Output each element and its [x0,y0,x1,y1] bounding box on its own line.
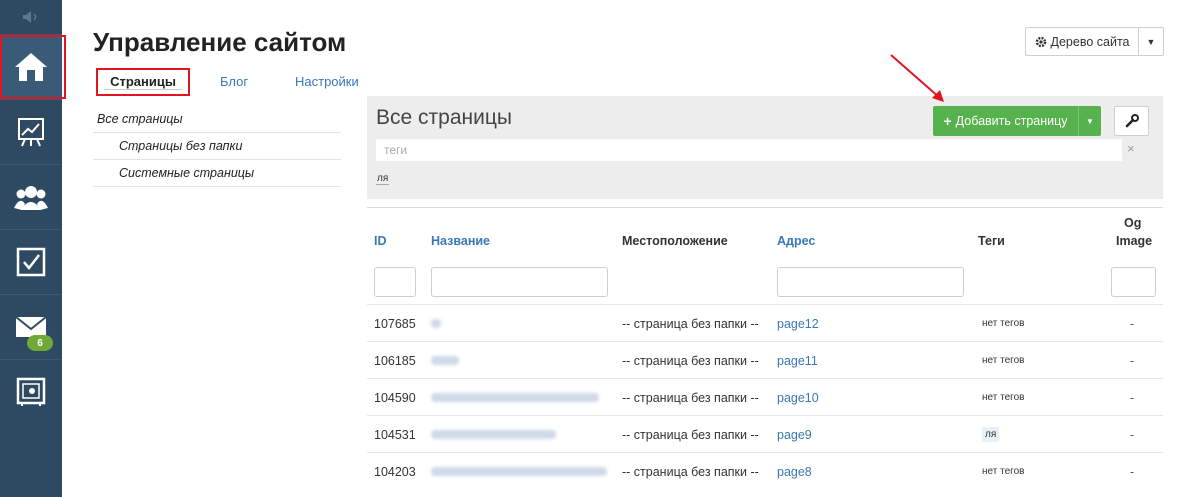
cell-og-image: - [1130,390,1135,405]
cell-address-link[interactable]: page8 [777,453,812,490]
plus-icon: + [943,113,952,129]
folder-no-folder[interactable]: Страницы без папки [93,133,341,160]
cell-name[interactable] [431,305,441,342]
cell-tags: нет тегов [982,466,1025,477]
add-page-main[interactable]: + Добавить страницу [933,106,1079,136]
sidebar-top [0,0,62,34]
cell-tags: нет тегов [982,318,1025,329]
blurred-name [431,393,599,402]
cell-name[interactable] [431,342,459,379]
cell-tags: нет тегов [982,355,1025,366]
blurred-name [431,430,556,439]
cell-name[interactable] [431,416,556,453]
sidebar-item-home[interactable] [0,34,66,99]
pages-table: ID Название Местоположение Адрес Теги Og… [367,207,1163,479]
cell-address-link[interactable]: page9 [777,416,812,453]
settings-wrench-button[interactable] [1114,106,1149,136]
sidebar-item-analytics[interactable] [0,99,62,164]
safe-icon [16,377,46,406]
mail-badge: 6 [27,335,53,351]
filter-og-image-input[interactable] [1111,267,1156,297]
sidebar-item-safe[interactable] [0,359,62,424]
sidebar-item-users[interactable] [0,164,62,229]
tab-pages-label: Страницы [104,74,182,90]
annotation-arrow-icon [890,54,944,102]
cell-location: -- страница без папки -- [622,353,759,368]
pages-panel: Все страницы + Добавить страницу ▼ теги … [367,96,1163,199]
tag-chip[interactable]: ля [982,427,1000,442]
add-page-label: Добавить страницу [955,114,1068,128]
tag-chip[interactable]: ля [376,173,390,185]
site-tree-main[interactable]: Дерево сайта [1026,28,1139,55]
blurred-name [431,356,459,365]
filter-id-input[interactable] [374,267,416,297]
table-body: 107685 -- страница без папки -- page12 н… [367,304,1163,489]
filter-address-input[interactable] [777,267,964,297]
column-header-address[interactable]: Адрес [777,234,815,248]
column-header-location: Местоположение [622,234,728,248]
table-row: 106185 -- страница без папки -- page11 н… [367,341,1163,378]
column-header-og-image-line2: Image [1116,234,1153,248]
folder-list: Все страницы Страницы без папки Системны… [93,106,341,187]
cell-location: -- страница без папки -- [622,316,759,331]
cell-og-image: - [1130,353,1135,368]
speaker-icon[interactable] [22,10,40,24]
cell-address-link[interactable]: page12 [777,305,819,342]
tab-pages[interactable]: Страницы [96,68,190,96]
panel-title: Все страницы [376,106,512,129]
cell-name[interactable] [431,453,607,490]
tab-blog[interactable]: Блог [220,74,248,89]
site-tree-button[interactable]: Дерево сайта ▼ [1025,27,1164,56]
cell-id: 107685 [374,316,416,331]
site-tree-label: Дерево сайта [1050,34,1130,49]
checkbox-icon [16,247,46,277]
home-icon [15,53,47,81]
folder-all-pages[interactable]: Все страницы [93,106,341,133]
folder-system-pages[interactable]: Системные страницы [93,160,341,187]
sidebar-item-mail[interactable]: 6 [0,294,62,359]
blurred-name [431,467,607,476]
cell-location: -- страница без папки -- [622,390,759,405]
cell-address-link[interactable]: page11 [777,342,818,379]
tags-input[interactable]: теги [376,139,1122,161]
chart-board-icon [18,118,44,147]
cell-og-image: - [1130,316,1135,331]
blurred-name [431,319,441,328]
chevron-down-icon[interactable]: ▼ [1139,28,1163,55]
table-row: 104531 -- страница без папки -- page9 ля… [367,415,1163,452]
cell-id: 104203 [374,464,416,479]
column-header-tags: Теги [978,234,1005,248]
cell-tags: нет тегов [982,392,1025,403]
page-title: Управление сайтом [93,27,347,57]
tab-settings[interactable]: Настройки [295,74,359,89]
table-row: 104590 -- страница без папки -- page10 н… [367,378,1163,415]
column-header-id[interactable]: ID [374,234,387,248]
filter-name-input[interactable] [431,267,608,297]
table-row: 104203 -- страница без папки -- page8 не… [367,452,1163,489]
chevron-down-icon[interactable]: ▼ [1079,106,1101,136]
gear-icon [1035,36,1046,47]
cell-location: -- страница без папки -- [622,464,759,479]
cell-id: 104590 [374,390,416,405]
cell-name[interactable] [431,379,599,416]
cell-og-image: - [1130,464,1135,479]
table-row: 107685 -- страница без папки -- page12 н… [367,304,1163,341]
cell-id: 106185 [374,353,416,368]
cell-location: -- страница без папки -- [622,427,759,442]
close-icon[interactable]: × [1127,141,1135,156]
cell-address-link[interactable]: page10 [777,379,819,416]
column-header-og-image-line1: Og [1124,216,1142,230]
cell-tags: ля [982,416,1000,453]
cell-og-image: - [1130,427,1135,442]
column-header-name[interactable]: Название [431,234,490,248]
wrench-icon [1125,114,1139,128]
sidebar-item-tasks[interactable] [0,229,62,294]
add-page-button[interactable]: + Добавить страницу ▼ [933,106,1101,136]
sidebar: 6 [0,0,66,497]
cell-id: 104531 [374,427,416,442]
users-icon [14,186,48,210]
